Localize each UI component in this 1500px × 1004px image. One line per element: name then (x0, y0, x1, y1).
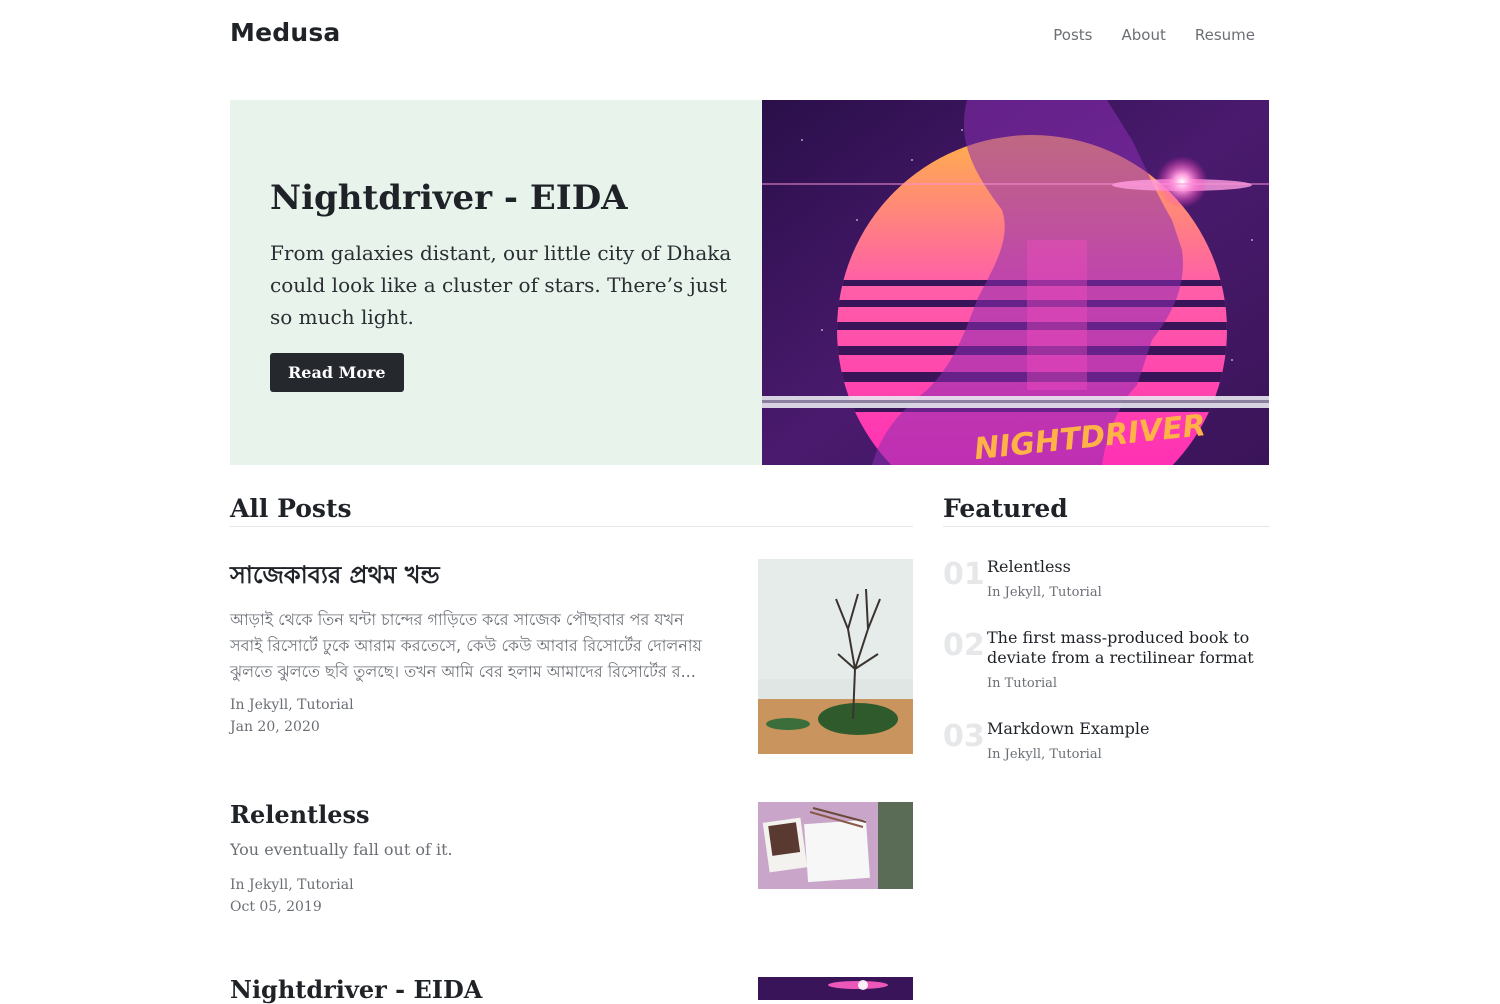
featured-number: 01 (943, 557, 985, 592)
hero-text: Nightdriver - EIDA From galaxies distant… (230, 100, 762, 465)
hero-title[interactable]: Nightdriver - EIDA (270, 178, 732, 219)
featured-categories: In Jekyll, Tutorial (987, 747, 1102, 762)
nav-about[interactable]: About (1122, 26, 1166, 44)
post-excerpt: আড়াই থেকে তিন ঘন্টা চান্দের গাড়িতে করে… (230, 610, 702, 681)
featured-title[interactable]: Relentless (987, 557, 1267, 577)
read-more-button[interactable]: Read More (270, 352, 404, 392)
featured-title[interactable]: Markdown Example (987, 719, 1267, 739)
hero-banner: Nightdriver - EIDA From galaxies distant… (230, 100, 1269, 465)
featured-categories: In Tutorial (987, 676, 1058, 691)
main-nav: Posts About Resume (1053, 26, 1255, 44)
featured-title[interactable]: The first mass-produced book to deviate … (987, 628, 1267, 668)
post-thumbnail[interactable] (758, 559, 913, 754)
hero-excerpt: From galaxies distant, our little city o… (270, 240, 732, 329)
site-header: Medusa Posts About Resume (230, 0, 1270, 72)
featured-heading: Featured (943, 494, 1270, 527)
post-date: Oct 05, 2019 (230, 899, 322, 915)
tree-photo (758, 559, 913, 754)
featured-number: 03 (943, 719, 985, 754)
featured-number: 02 (943, 628, 985, 663)
all-posts-heading: All Posts (230, 494, 913, 527)
nightdriver-thumb (758, 977, 913, 1000)
post-thumbnail[interactable] (758, 802, 913, 889)
nightdriver-artwork: NIGHTDRIVER (762, 100, 1269, 465)
post-thumbnail[interactable] (758, 977, 913, 1000)
nav-resume[interactable]: Resume (1195, 26, 1255, 44)
hero-image[interactable]: NIGHTDRIVER (762, 100, 1269, 465)
site-brand[interactable]: Medusa (230, 18, 340, 47)
featured-categories: In Jekyll, Tutorial (987, 585, 1102, 600)
nav-posts[interactable]: Posts (1053, 26, 1092, 44)
desk-photo (758, 802, 913, 889)
post-excerpt: You eventually fall out of it. (230, 840, 453, 859)
